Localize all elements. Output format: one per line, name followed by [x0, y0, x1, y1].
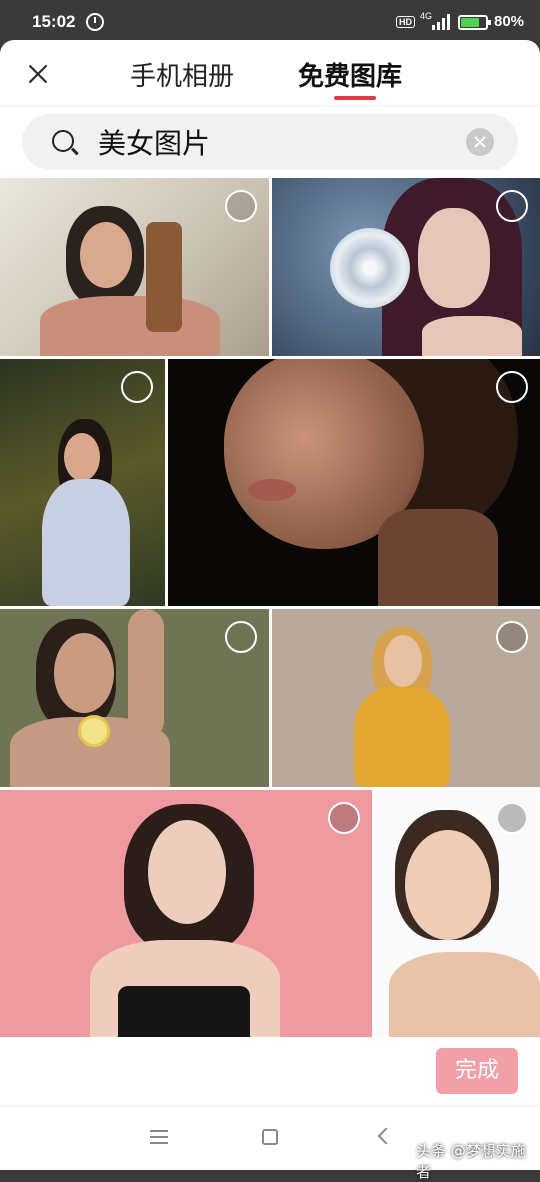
tab-free-gallery[interactable]: 免费图库: [298, 56, 402, 93]
photo-item[interactable]: [272, 178, 540, 356]
home-icon[interactable]: [262, 1129, 278, 1145]
alarm-icon: [86, 13, 104, 31]
select-circle[interactable]: [328, 802, 360, 834]
back-icon[interactable]: [377, 1127, 395, 1145]
search-bar: [22, 114, 518, 170]
select-circle[interactable]: [496, 371, 528, 403]
select-circle[interactable]: [121, 371, 153, 403]
select-circle[interactable]: [496, 621, 528, 653]
select-circle[interactable]: [225, 190, 257, 222]
tab-phone-album[interactable]: 手机相册: [130, 56, 234, 93]
close-icon[interactable]: [22, 58, 54, 90]
done-button[interactable]: 完成: [436, 1048, 518, 1094]
network-type: 4G: [420, 11, 433, 21]
photo-item[interactable]: [168, 359, 540, 606]
photo-item[interactable]: [0, 359, 165, 606]
status-time: 15:02: [32, 12, 76, 31]
watermark-text: 头条 @梦想实施者: [416, 1142, 526, 1181]
select-circle[interactable]: [496, 802, 528, 834]
photo-item[interactable]: [0, 609, 269, 787]
picker-footer: 完成: [0, 1037, 540, 1105]
hd-badge: HD: [396, 16, 415, 28]
signal-icon: [432, 14, 450, 30]
active-tab-indicator: [334, 96, 376, 100]
photo-item[interactable]: [0, 790, 372, 1037]
photo-item[interactable]: [375, 790, 540, 1037]
menu-icon[interactable]: [150, 1130, 168, 1144]
battery-percent: 80%: [494, 13, 525, 30]
photo-item[interactable]: [272, 609, 540, 787]
image-picker-sheet: 手机相册 免费图库 美女图片 完成: [0, 40, 540, 1170]
select-circle[interactable]: [496, 190, 528, 222]
battery-icon: [458, 15, 491, 30]
photo-item[interactable]: [0, 178, 269, 356]
search-input[interactable]: [98, 124, 458, 160]
select-circle[interactable]: [225, 621, 257, 653]
search-icon[interactable]: [52, 130, 74, 152]
picker-header: 手机相册 免费图库: [0, 40, 540, 106]
clear-icon[interactable]: [466, 128, 494, 156]
